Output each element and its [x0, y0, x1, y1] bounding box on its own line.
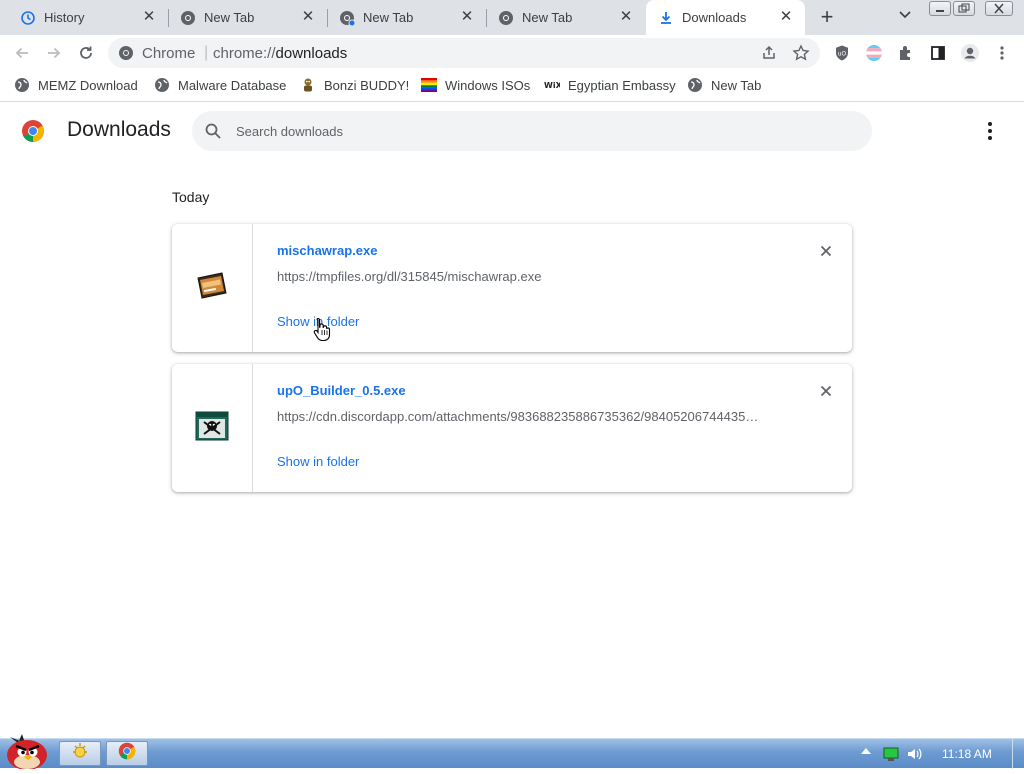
chrome-icon	[339, 10, 355, 26]
close-tab-icon[interactable]: ✕	[301, 9, 315, 24]
tab-title: New Tab	[363, 10, 414, 25]
source-url-link[interactable]: https://cdn.discordapp.com/attachments/9…	[277, 409, 758, 424]
tab-history[interactable]: History ✕	[0, 0, 168, 35]
source-url-link[interactable]: https://tmpfiles.org/dl/315845/mischawra…	[277, 269, 541, 284]
bookmark-malware-database[interactable]: Malware Database	[154, 77, 286, 93]
ublock-icon[interactable]: uO	[832, 43, 852, 63]
svg-text:uO: uO	[838, 51, 847, 58]
forward-button[interactable]	[40, 39, 68, 67]
download-item: mischawrap.exe https://tmpfiles.org/dl/3…	[172, 224, 852, 352]
extensions-puzzle-icon[interactable]	[896, 43, 916, 63]
chrome-icon	[118, 742, 136, 765]
bonzi-icon	[300, 77, 316, 93]
chrome-site-icon	[118, 45, 134, 66]
search-downloads-field[interactable]	[192, 111, 872, 151]
toolbar: Chrome | chrome://downloads uO	[0, 35, 1024, 70]
tab-downloads[interactable]: Downloads ✕	[646, 0, 805, 35]
minimize-button[interactable]	[929, 1, 951, 16]
tab-new-tab-1[interactable]: New Tab ✕	[168, 0, 327, 35]
chrome-logo-icon	[21, 119, 45, 143]
tab-title: New Tab	[522, 10, 573, 25]
page-title: Downloads	[67, 118, 171, 141]
bookmarks-bar: MEMZ Download Malware Database Bonzi BUD…	[0, 70, 1024, 102]
new-tab-button[interactable]: +	[814, 5, 840, 31]
svg-text:WiX: WiX	[544, 81, 560, 90]
show-hidden-icons-icon[interactable]	[860, 746, 872, 756]
tab-title: New Tab	[204, 10, 255, 25]
bookmark-label: MEMZ Download	[38, 77, 138, 93]
show-desktop-button[interactable]	[1012, 739, 1024, 769]
close-tab-icon[interactable]: ✕	[619, 9, 633, 24]
bookmark-memz-download[interactable]: MEMZ Download	[14, 77, 138, 93]
taskbar-explorer-button[interactable]	[59, 741, 101, 766]
globe-icon	[154, 77, 170, 93]
tab-new-tab-2[interactable]: New Tab ✕	[327, 0, 486, 35]
show-in-folder-link[interactable]: Show in folder	[277, 454, 359, 469]
tab-title: Downloads	[682, 10, 747, 25]
tab-new-tab-3[interactable]: New Tab ✕	[486, 0, 645, 35]
bookmark-bonzi-buddy[interactable]: Bonzi BUDDY!	[300, 77, 409, 93]
bookmark-star-icon[interactable]	[792, 44, 810, 67]
skull-exe-icon	[195, 411, 229, 446]
downloads-page: Downloads Today mischawrap.exe https://t…	[0, 103, 1024, 738]
chrome-icon	[180, 10, 196, 26]
globe-icon	[687, 77, 703, 93]
download-icon	[658, 10, 674, 26]
bookmark-label: Windows ISOs	[445, 77, 531, 93]
omnibox-divider: |	[204, 44, 209, 61]
close-tab-icon[interactable]: ✕	[142, 9, 156, 24]
exe-file-icon	[195, 270, 229, 307]
network-icon[interactable]	[882, 746, 900, 762]
history-icon	[20, 10, 36, 26]
rainbow-flag-icon	[421, 77, 437, 93]
trans-flag-extension-icon[interactable]	[864, 43, 884, 63]
explorer-sun-icon	[71, 742, 89, 765]
wix-icon: WiX	[544, 77, 560, 93]
hand-cursor-icon	[313, 317, 331, 346]
restore-button[interactable]	[953, 1, 975, 16]
download-item: upO_Builder_0.5.exe https://cdn.discorda…	[172, 364, 852, 492]
more-options-icon[interactable]	[980, 120, 1000, 142]
file-name-link[interactable]: upO_Builder_0.5.exe	[277, 383, 406, 398]
tab-title: History	[44, 10, 85, 25]
bookmark-windows-isos[interactable]: Windows ISOs	[421, 77, 530, 93]
close-window-button[interactable]	[985, 1, 1013, 16]
reload-button[interactable]	[72, 39, 100, 67]
taskbar: 11:18 AM	[0, 734, 1024, 770]
search-icon	[204, 122, 222, 140]
taskbar-chrome-button[interactable]	[106, 741, 148, 766]
share-icon[interactable]	[760, 44, 778, 67]
file-name-link[interactable]: mischawrap.exe	[277, 243, 377, 258]
tab-search-chevron-icon[interactable]	[894, 7, 916, 29]
remove-from-list-icon[interactable]	[816, 381, 836, 401]
file-icon-column	[172, 224, 253, 352]
volume-icon[interactable]	[906, 746, 924, 762]
back-button[interactable]	[8, 39, 36, 67]
bookmark-egyptian-embassy[interactable]: WiX Egyptian Embassy	[544, 77, 676, 93]
start-button-angry-bird-icon[interactable]	[2, 731, 52, 770]
address-bar[interactable]: Chrome | chrome://downloads	[108, 38, 820, 68]
globe-icon	[14, 77, 30, 93]
close-tab-icon[interactable]: ✕	[779, 9, 793, 24]
url-text: chrome://downloads	[213, 45, 348, 62]
search-input[interactable]	[236, 121, 836, 141]
bookmark-label: Malware Database	[178, 77, 287, 93]
system-clock[interactable]: 11:18 AM	[942, 747, 992, 761]
chrome-icon	[498, 10, 514, 26]
bookmark-label: Egyptian Embassy	[568, 77, 676, 93]
chrome-menu-icon[interactable]	[992, 43, 1012, 63]
site-label: Chrome	[142, 45, 196, 62]
side-panel-icon[interactable]	[928, 43, 948, 63]
close-tab-icon[interactable]: ✕	[460, 9, 474, 24]
profile-avatar-icon[interactable]	[960, 43, 980, 63]
tab-strip: History ✕ New Tab ✕ New Tab ✕ New Tab ✕ …	[0, 0, 1024, 35]
bookmark-label: New Tab	[711, 77, 762, 93]
bookmark-label: Bonzi BUDDY!	[324, 77, 410, 93]
remove-from-list-icon[interactable]	[816, 241, 836, 261]
date-section-label: Today	[172, 189, 210, 205]
bookmark-new-tab[interactable]: New Tab	[687, 77, 761, 93]
file-icon-column	[172, 364, 253, 492]
